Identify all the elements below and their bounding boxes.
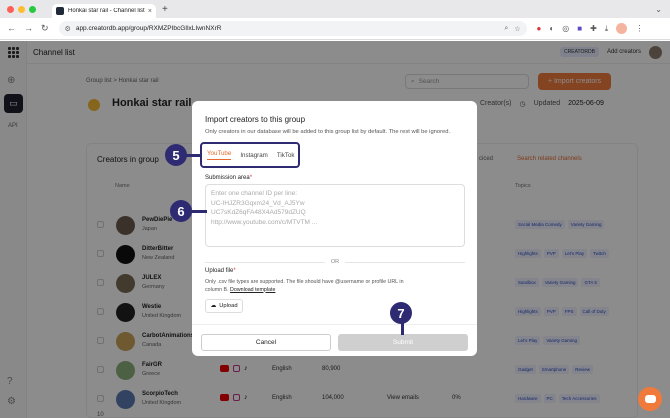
tab-list-icon[interactable]: ⌄ (655, 5, 662, 14)
tab-instagram[interactable]: Instagram (240, 152, 268, 159)
new-tab-icon[interactable]: + (162, 4, 168, 15)
modal-title: Import creators to this group (205, 115, 306, 124)
import-creators-modal: Import creators to this group Only creat… (192, 101, 477, 356)
callout-connector (190, 210, 207, 213)
submission-label: Submission area* (205, 175, 253, 181)
extensions-puzzle-icon[interactable]: ✚ (590, 24, 597, 33)
address-bar[interactable]: ⚙ app.creatordb.app/group/RXMZPIbcGIlxLI… (58, 21, 527, 36)
download-template-link[interactable]: Download template (230, 287, 275, 293)
browser-tab-title: Honkai star rail - Channel list (68, 8, 145, 14)
extension-icon[interactable]: ■ (577, 24, 582, 33)
submission-textarea[interactable]: Enter one channel ID per line: UC-IHJZR3… (205, 184, 465, 247)
or-divider: OR (205, 258, 465, 266)
close-tab-icon[interactable]: × (148, 8, 152, 15)
favicon-icon (56, 7, 64, 15)
tab-youtube[interactable]: YouTube (207, 150, 232, 160)
window-controls (7, 5, 36, 13)
upload-note: Only .csv file types are supported. The … (205, 279, 404, 293)
download-icon[interactable]: ⤓ (605, 24, 609, 34)
extension-icon[interactable]: ◎ (562, 24, 569, 33)
close-window-icon[interactable] (7, 5, 14, 13)
callout-six: 6 (170, 200, 192, 222)
reload-icon[interactable]: ↻ (41, 23, 49, 34)
browser-tab[interactable]: Honkai star rail - Channel list × (52, 4, 156, 18)
site-info-icon[interactable]: ⚙ (65, 25, 71, 33)
url-text: app.creatordb.app/group/RXMZPIbcGIlxLIwn… (75, 25, 222, 32)
upload-icon: ☁ (210, 303, 217, 309)
back-icon[interactable]: ← (7, 23, 16, 34)
minimize-window-icon[interactable] (18, 5, 25, 13)
bookmark-star-icon[interactable]: ☆ (514, 25, 520, 33)
tab-tiktok[interactable]: TikTok (277, 152, 295, 159)
browser-window: Honkai star rail - Channel list × + ⌄ ← … (0, 0, 670, 418)
callout-five: 5 (165, 144, 187, 166)
callout-seven: 7 (390, 302, 412, 324)
upload-button[interactable]: ☁ Upload (205, 299, 243, 313)
chat-widget-button[interactable] (638, 387, 662, 411)
browser-menu-icon[interactable]: ⋮ (635, 24, 643, 33)
extension-icon[interactable]: ● (537, 24, 542, 33)
callout-connector (401, 323, 404, 335)
modal-footer-divider (192, 324, 477, 325)
profile-avatar[interactable] (616, 23, 628, 34)
modal-subtitle: Only creators in our database will be ad… (205, 129, 451, 135)
extension-icon[interactable]: ◐ (549, 24, 554, 33)
browser-toolbar: ← → ↻ ⚙ app.creatordb.app/group/RXMZPIbc… (0, 18, 670, 40)
forward-icon[interactable]: → (24, 23, 33, 34)
chat-icon (644, 395, 656, 403)
browser-tab-bar: Honkai star rail - Channel list × + ⌄ (0, 0, 670, 18)
zoom-icon[interactable]: ⌕ (504, 25, 508, 33)
maximize-window-icon[interactable] (29, 5, 36, 13)
cancel-button[interactable]: Cancel (201, 334, 331, 351)
platform-tabs: YouTube Instagram TikTok (200, 142, 300, 168)
submit-button[interactable]: Submit (338, 334, 468, 351)
upload-label: Upload file* (205, 268, 236, 274)
